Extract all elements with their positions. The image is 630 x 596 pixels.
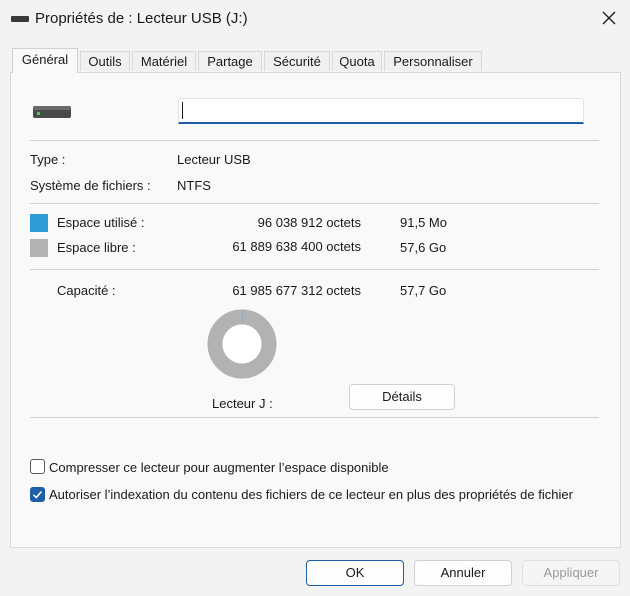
divider xyxy=(30,417,599,418)
free-space-short: 57,6 Go xyxy=(400,240,447,255)
indexing-label[interactable]: Autoriser l’indexation du contenu des fi… xyxy=(49,487,573,502)
divider xyxy=(30,203,599,204)
used-space-short: 91,5 Mo xyxy=(400,215,447,230)
close-icon xyxy=(602,11,616,25)
type-label: Type : xyxy=(30,152,66,167)
usb-drive-icon xyxy=(33,106,71,118)
cancel-button[interactable]: Annuler xyxy=(414,560,512,586)
title-bar: Propriétés de : Lecteur USB (J:) xyxy=(0,0,630,38)
compress-checkbox[interactable] xyxy=(30,459,45,474)
usage-donut-chart xyxy=(207,309,277,379)
capacity-label: Capacité : xyxy=(57,283,116,298)
details-button[interactable]: Détails xyxy=(349,384,455,410)
drive-icon xyxy=(11,16,29,22)
used-space-swatch xyxy=(30,214,48,232)
used-space-label: Espace utilisé : xyxy=(57,215,145,230)
capacity-bytes: 61 985 677 312 octets xyxy=(232,283,361,298)
close-button[interactable] xyxy=(592,2,626,34)
free-space-label: Espace libre : xyxy=(57,240,136,255)
tab-materiel[interactable]: Matériel xyxy=(132,51,196,71)
window-title: Propriétés de : Lecteur USB (J:) xyxy=(35,10,248,27)
tab-outils[interactable]: Outils xyxy=(80,51,130,71)
free-space-bytes: 61 889 638 400 octets xyxy=(232,239,361,254)
compress-label[interactable]: Compresser ce lecteur pour augmenter l’e… xyxy=(49,460,389,475)
type-value: Lecteur USB xyxy=(177,152,251,167)
capacity-short: 57,7 Go xyxy=(400,283,447,298)
drive-letter-label: Lecteur J : xyxy=(212,396,273,411)
general-panel: Type : Lecteur USB Système de fichiers :… xyxy=(10,72,621,548)
tab-partage[interactable]: Partage xyxy=(198,51,262,71)
tab-quota[interactable]: Quota xyxy=(332,51,382,71)
text-caret xyxy=(182,102,183,119)
divider xyxy=(30,269,599,270)
used-space-bytes: 96 038 912 octets xyxy=(257,215,361,230)
filesystem-value: NTFS xyxy=(177,178,211,193)
free-space-swatch xyxy=(30,239,48,257)
drive-name-input[interactable] xyxy=(178,98,584,124)
tab-personnaliser[interactable]: Personnaliser xyxy=(384,51,482,71)
donut-center xyxy=(222,324,262,364)
tab-securite[interactable]: Sécurité xyxy=(264,51,330,71)
apply-button[interactable]: Appliquer xyxy=(522,560,620,586)
tab-general[interactable]: Général xyxy=(12,48,78,73)
indexing-checkbox[interactable] xyxy=(30,487,45,502)
ok-button[interactable]: OK xyxy=(306,560,404,586)
filesystem-label: Système de fichiers : xyxy=(30,178,151,193)
checkmark-icon xyxy=(32,490,43,499)
divider xyxy=(30,140,599,141)
